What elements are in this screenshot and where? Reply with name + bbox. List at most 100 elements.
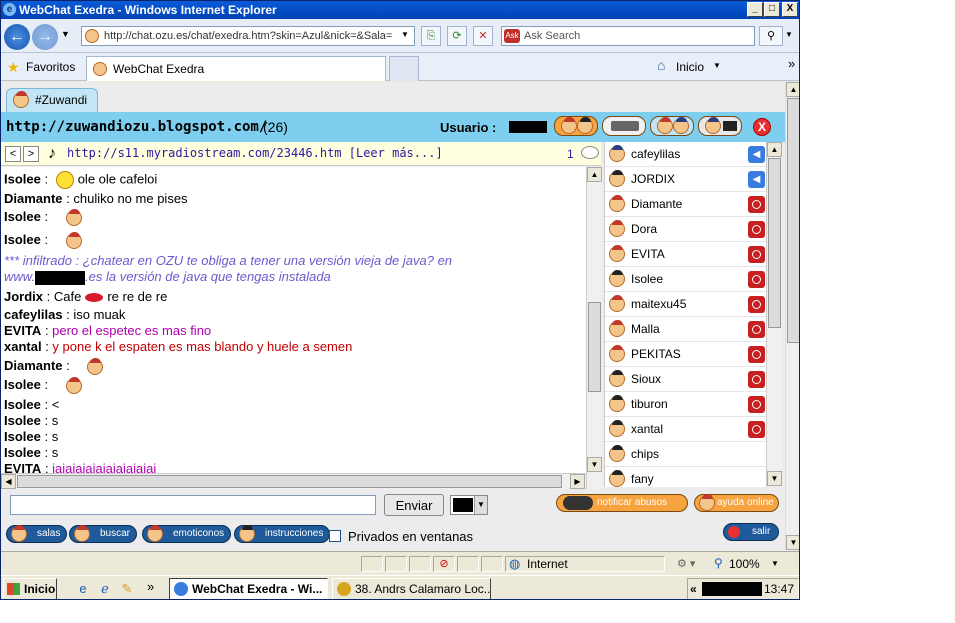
browser-tab[interactable]: WebChat Exedra xyxy=(86,56,386,81)
message-nick[interactable]: Isolee xyxy=(4,209,41,224)
messages-scroll-down-icon[interactable]: ▼ xyxy=(587,457,602,472)
buscar-button[interactable]: buscar xyxy=(69,525,138,543)
user-list-item[interactable]: PEKITAS xyxy=(605,342,766,367)
help-online-button[interactable]: ayuda online xyxy=(694,494,779,512)
start-button[interactable]: Inicio xyxy=(3,578,57,599)
protected-mode-icon[interactable]: ⚙ ▾ xyxy=(677,557,695,570)
instrucciones-button[interactable]: instrucciones xyxy=(234,525,331,543)
webcam-off-icon[interactable] xyxy=(748,321,765,338)
userlist-scrollbar[interactable]: ▲ ▼ xyxy=(766,142,782,487)
webcam-off-icon[interactable] xyxy=(748,271,765,288)
people-button[interactable] xyxy=(554,116,598,136)
page-scroll-up-icon[interactable]: ▲ xyxy=(786,82,799,97)
radio-prev-button[interactable]: < xyxy=(5,146,21,162)
message-nick[interactable]: xantal xyxy=(4,339,42,354)
message-nick[interactable]: Isolee xyxy=(4,429,41,444)
user-list-item[interactable]: Diamante xyxy=(605,192,766,217)
close-window-button[interactable]: X xyxy=(782,2,798,17)
maximize-button[interactable]: □ xyxy=(764,2,780,17)
message-nick[interactable]: Diamante xyxy=(4,358,63,373)
messages-scroll-left-icon[interactable]: ◀ xyxy=(1,474,16,489)
address-dropdown-icon[interactable]: ▼ xyxy=(401,30,409,39)
userlist-scroll-down-icon[interactable]: ▼ xyxy=(767,471,782,486)
user-list-item[interactable]: Sioux xyxy=(605,367,766,392)
webcam-off-icon[interactable] xyxy=(748,421,765,438)
history-dropdown-icon[interactable]: ▼ xyxy=(61,29,70,39)
user-list-item[interactable]: JORDIX ◀ xyxy=(605,167,766,192)
userlist-scroll-up-icon[interactable]: ▲ xyxy=(767,142,782,157)
privados-checkbox[interactable] xyxy=(329,530,341,542)
user-list-item[interactable]: Dora xyxy=(605,217,766,242)
back-button[interactable]: ← xyxy=(4,24,30,50)
private-button[interactable] xyxy=(650,116,694,136)
message-input[interactable] xyxy=(10,495,376,515)
notify-abuse-button[interactable]: notificar abusos xyxy=(556,494,688,512)
message-nick[interactable]: Isolee xyxy=(4,171,41,186)
messages-hscrollbar[interactable]: ◀ ▶ xyxy=(1,473,586,489)
speech-bubble-icon[interactable] xyxy=(581,146,599,159)
home-button[interactable]: Inicio xyxy=(676,60,704,74)
popup-blocked-icon[interactable]: ⊘ xyxy=(433,556,455,572)
userlist-scroll-thumb[interactable] xyxy=(768,158,781,328)
messages-scroll-right-icon[interactable]: ▶ xyxy=(570,474,585,489)
home-dropdown-icon[interactable]: ▼ xyxy=(713,61,721,70)
compatibility-icon[interactable]: ⎘ xyxy=(421,26,441,46)
color-select[interactable]: ▼ xyxy=(450,495,488,515)
new-tab-button[interactable] xyxy=(389,56,419,81)
tray-expand-icon[interactable]: « xyxy=(690,582,697,596)
stop-icon[interactable]: ✕ xyxy=(473,26,493,46)
search-icon[interactable]: ⚲ xyxy=(759,26,783,46)
radio-next-button[interactable]: > xyxy=(23,146,39,162)
webcam-off-icon[interactable] xyxy=(748,371,765,388)
zoom-level[interactable]: 100% xyxy=(729,557,760,571)
messages-scroll-up-icon[interactable]: ▲ xyxy=(587,167,602,182)
search-dropdown-icon[interactable]: ▼ xyxy=(785,30,793,39)
tools-button[interactable] xyxy=(602,116,646,136)
task-player[interactable]: 38. Andrs Calamaro Loc... xyxy=(332,578,491,599)
emoticonos-button[interactable]: emoticonos xyxy=(142,525,232,543)
zoom-dropdown-icon[interactable]: ▼ xyxy=(771,559,779,568)
user-list-item[interactable]: fany xyxy=(605,467,766,487)
page-scrollbar[interactable]: ▲ ▼ xyxy=(785,82,799,551)
message-nick[interactable]: Isolee xyxy=(4,445,41,460)
task-webchat[interactable]: WebChat Exedra - Wi... xyxy=(169,578,328,599)
message-nick[interactable]: Isolee xyxy=(4,397,41,412)
user-list-item[interactable]: chips xyxy=(605,442,766,467)
webcam-on-icon[interactable]: ◀ xyxy=(748,146,765,163)
forward-button[interactable]: → xyxy=(32,24,58,50)
favorites-button[interactable]: Favoritos xyxy=(26,60,75,74)
webcam-off-icon[interactable] xyxy=(748,296,765,313)
radio-link[interactable]: http://s11.myradiostream.com/23446.htm [… xyxy=(67,146,443,160)
message-nick[interactable]: EVITA xyxy=(4,323,41,338)
messages-hscroll-thumb[interactable] xyxy=(17,475,562,488)
user-list-item[interactable]: xantal xyxy=(605,417,766,442)
quicklaunch-chevron-icon[interactable]: » xyxy=(147,579,154,594)
toolbar-chevron-icon[interactable]: » xyxy=(788,56,795,71)
room-tab[interactable]: #Zuwandi xyxy=(6,88,98,112)
message-nick[interactable]: Diamante xyxy=(4,191,63,206)
user-list-item[interactable]: Isolee xyxy=(605,267,766,292)
favorites-star-icon[interactable]: ★ xyxy=(7,59,20,76)
refresh-icon[interactable]: ⟳ xyxy=(447,26,467,46)
user-list-item[interactable]: Malla xyxy=(605,317,766,342)
ie-quicklaunch-icon[interactable]: e xyxy=(75,581,91,597)
webcam-off-icon[interactable] xyxy=(748,221,765,238)
salir-button[interactable]: salir xyxy=(723,523,779,541)
messages-scrollbar[interactable]: ▲ ▼ xyxy=(586,167,602,489)
webcam-on-icon[interactable]: ◀ xyxy=(748,171,765,188)
webcam-off-icon[interactable] xyxy=(748,396,765,413)
site-url[interactable]: http://zuwandiozu.blogspot.com/ xyxy=(6,119,267,135)
minimize-button[interactable]: _ xyxy=(747,2,763,17)
send-button[interactable]: Enviar xyxy=(384,494,444,516)
page-scroll-thumb[interactable] xyxy=(787,98,799,343)
message-nick[interactable]: Isolee xyxy=(4,232,41,247)
salas-button[interactable]: salas xyxy=(6,525,68,543)
webcam-off-icon[interactable] xyxy=(748,196,765,213)
message-nick[interactable]: Isolee xyxy=(4,377,41,392)
page-scroll-down-icon[interactable]: ▼ xyxy=(786,535,799,550)
webcam-off-icon[interactable] xyxy=(748,346,765,363)
webcam-off-icon[interactable] xyxy=(748,246,765,263)
user-list-item[interactable]: EVITA xyxy=(605,242,766,267)
user-list-item[interactable]: tiburon xyxy=(605,392,766,417)
message-nick[interactable]: Jordix xyxy=(4,289,43,304)
